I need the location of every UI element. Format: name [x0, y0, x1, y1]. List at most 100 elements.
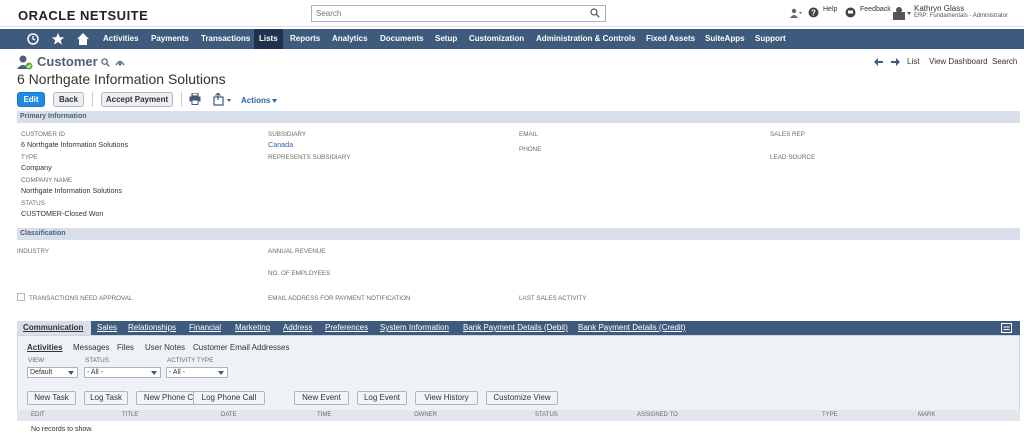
column-type[interactable]: TYPE — [822, 412, 838, 418]
tab-view-toggle-icon[interactable] — [1001, 323, 1012, 333]
primary-information-header[interactable]: Primary Information — [17, 111, 1020, 123]
subtab-user-notes[interactable]: User Notes — [145, 343, 185, 352]
column-date[interactable]: DATE — [221, 412, 237, 418]
column-owner[interactable]: OWNER — [414, 412, 437, 418]
nav-setup[interactable]: Setup — [435, 29, 457, 49]
tab-marketing[interactable]: Marketing — [235, 321, 270, 335]
tab-bank-payment-debit[interactable]: Bank Payment Details (Debit) — [463, 321, 568, 335]
transactions-approval-label: TRANSACTIONS NEED APPROVAL — [29, 295, 133, 302]
user-role[interactable]: ERP: Fundamentals - Administrator — [914, 13, 1008, 19]
column-title[interactable]: TITLE — [122, 412, 138, 418]
help-icon[interactable]: ? — [808, 7, 819, 18]
view-select-value: Default — [30, 369, 53, 376]
nav-analytics[interactable]: Analytics — [332, 29, 368, 49]
customize-view-button[interactable]: Customize View — [486, 391, 558, 405]
view-record-icon[interactable] — [115, 58, 125, 67]
nav-reports[interactable]: Reports — [290, 29, 320, 49]
transactions-approval-checkbox[interactable] — [17, 293, 25, 301]
column-status[interactable]: STATUS — [535, 412, 558, 418]
search-icon[interactable] — [590, 8, 600, 18]
lead-source-label: LEAD SOURCE — [770, 154, 816, 161]
nav-fixed-assets[interactable]: Fixed Assets — [646, 29, 695, 49]
chevron-down-icon[interactable] — [272, 99, 277, 103]
log-phone-call-button-visible[interactable]: Log Phone Call — [193, 391, 265, 405]
column-assigned-to[interactable]: ASSIGNED TO — [637, 412, 678, 418]
button-divider — [181, 92, 182, 107]
svg-text:?: ? — [811, 8, 816, 17]
tab-relationships[interactable]: Relationships — [128, 321, 176, 335]
activity-type-select[interactable]: - All - — [166, 367, 228, 378]
tab-sales[interactable]: Sales — [97, 321, 117, 335]
nav-documents[interactable]: Documents — [380, 29, 424, 49]
last-sales-activity-label: LAST SALES ACTIVITY — [519, 295, 587, 302]
user-name[interactable]: Kathryn Glass — [914, 4, 964, 13]
actions-menu[interactable]: Actions — [241, 96, 270, 105]
tab-sales-label: Sales — [97, 323, 118, 332]
company-name-value: Northgate Information Solutions — [21, 186, 123, 195]
print-icon[interactable] — [189, 93, 201, 105]
feedback-link[interactable]: Feedback — [860, 6, 891, 13]
list-link[interactable]: List — [907, 57, 919, 66]
view-dashboard-link[interactable]: View Dashboard — [929, 57, 988, 66]
subsidiary-label: SUBSIDIARY — [268, 131, 307, 138]
user-role-icon[interactable] — [893, 6, 911, 20]
feedback-icon[interactable] — [845, 7, 856, 18]
email-payment-notification-label: EMAIL ADDRESS FOR PAYMENT NOTIFICATION — [268, 295, 411, 302]
page-title: Customer — [37, 54, 98, 69]
tab-preferences[interactable]: Preferences — [325, 321, 368, 335]
tab-financial[interactable]: Financial — [189, 321, 221, 335]
tab-bank-payment-credit[interactable]: Bank Payment Details (Credit) — [578, 321, 686, 335]
recent-icon[interactable] — [26, 32, 40, 46]
tab-address[interactable]: Address — [283, 321, 312, 335]
nav-support[interactable]: Support — [755, 29, 786, 49]
tab-communication[interactable]: Communication — [17, 321, 91, 335]
tab-system-information[interactable]: System Information — [380, 321, 449, 335]
next-record-icon[interactable] — [891, 58, 900, 66]
previous-record-icon[interactable] — [874, 58, 883, 66]
customer-id-label: CUSTOMER ID — [21, 131, 65, 138]
nav-activities[interactable]: Activities — [103, 29, 139, 49]
subtab-activities[interactable]: Activities — [27, 343, 63, 352]
view-filter-label: VIEW — [28, 357, 45, 364]
column-mark[interactable]: MARK — [918, 412, 935, 418]
new-event-button[interactable]: New Event — [294, 391, 349, 405]
recent-records-icon[interactable] — [790, 8, 804, 18]
company-name-label: COMPANY NAME — [21, 177, 73, 184]
classification-header[interactable]: Classification — [17, 228, 1020, 240]
star-icon[interactable] — [51, 32, 65, 46]
record-search-link[interactable]: Search — [992, 57, 1017, 66]
nav-transactions[interactable]: Transactions — [201, 29, 250, 49]
activities-table-header — [17, 410, 1020, 421]
back-button[interactable]: Back — [53, 92, 84, 107]
nav-suiteapps[interactable]: SuiteApps — [705, 29, 745, 49]
global-search[interactable] — [311, 5, 606, 22]
subtab-customer-email-addresses[interactable]: Customer Email Addresses — [193, 343, 289, 352]
subsidiary-link[interactable]: Canada — [268, 140, 293, 149]
home-icon[interactable] — [76, 32, 90, 46]
view-select[interactable]: Default — [27, 367, 78, 378]
nav-customization[interactable]: Customization — [469, 29, 524, 49]
search-input[interactable] — [312, 6, 582, 21]
oracle-netsuite-logo[interactable]: ORACLE NETSUITE — [18, 8, 148, 23]
activity-type-filter-label: ACTIVITY TYPE — [167, 357, 214, 364]
log-task-button[interactable]: Log Task — [84, 391, 128, 405]
edit-button[interactable]: Edit — [17, 92, 45, 107]
status-select[interactable]: - All - — [84, 367, 161, 378]
nav-payments[interactable]: Payments — [151, 29, 189, 49]
nav-administration-controls[interactable]: Administration & Controls — [536, 29, 636, 49]
log-event-button[interactable]: Log Event — [357, 391, 407, 405]
customer-id-value: 6 Northgate Information Solutions — [21, 140, 129, 149]
column-edit[interactable]: EDIT — [31, 412, 45, 418]
customer-record-icon — [17, 55, 33, 70]
attach-icon[interactable] — [213, 93, 233, 106]
subtab-messages[interactable]: Messages — [73, 343, 109, 352]
help-link[interactable]: Help — [823, 6, 837, 13]
tab-communication-label: Communication — [23, 323, 84, 332]
column-time[interactable]: TIME — [317, 412, 331, 418]
view-history-button[interactable]: View History — [415, 391, 478, 405]
new-task-button[interactable]: New Task — [27, 391, 76, 405]
search-record-icon[interactable] — [101, 58, 110, 67]
accept-payment-button[interactable]: Accept Payment — [101, 92, 173, 107]
subtab-files[interactable]: Files — [117, 343, 134, 352]
nav-lists[interactable]: Lists — [254, 29, 283, 49]
